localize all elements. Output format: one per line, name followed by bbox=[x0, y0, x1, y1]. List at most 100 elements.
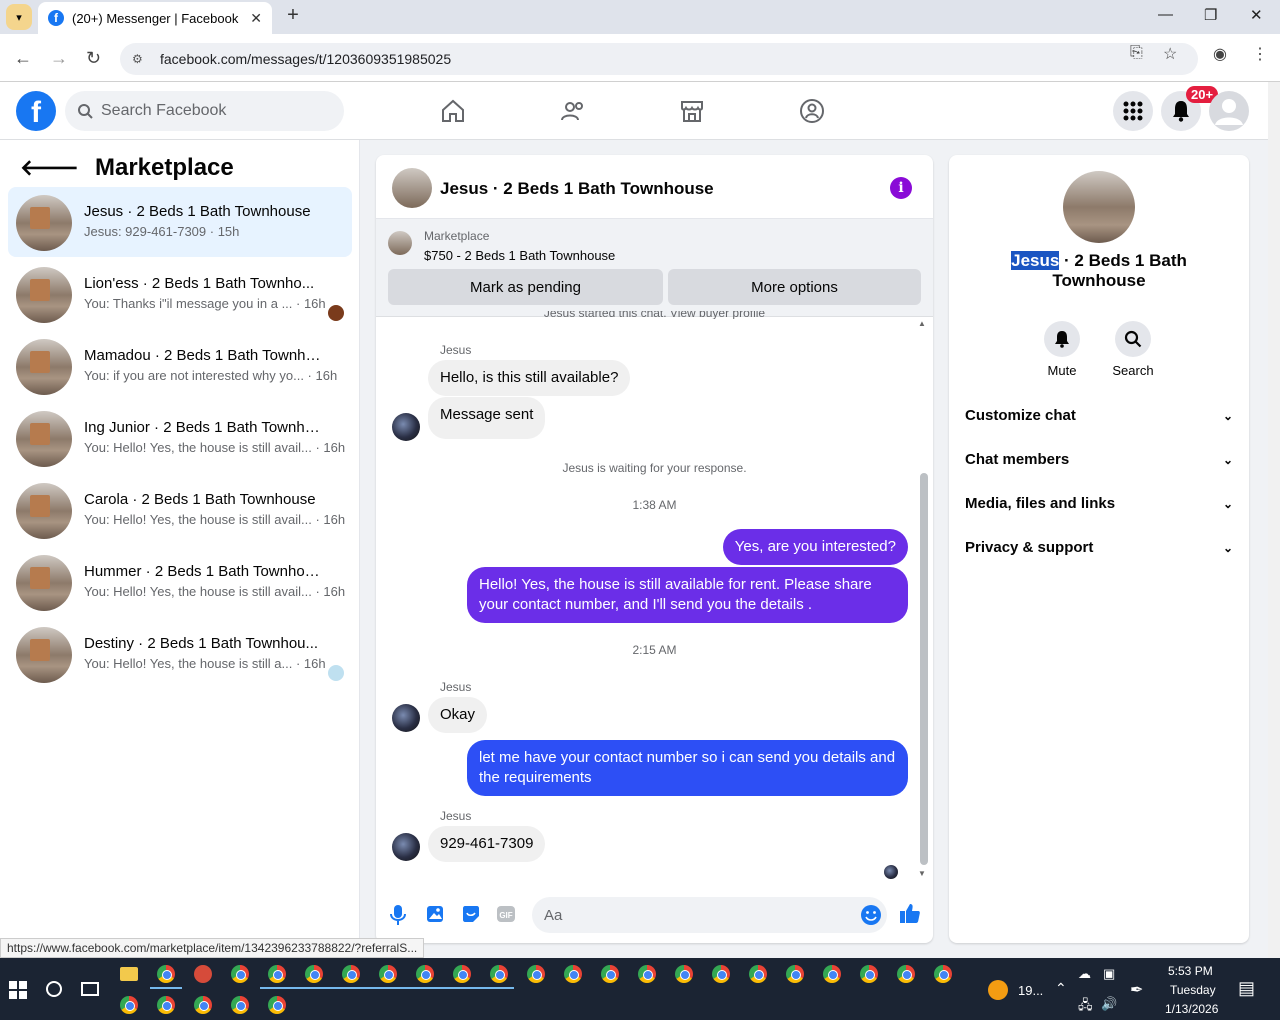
chrome-icon[interactable] bbox=[379, 965, 397, 983]
url-input[interactable]: ⚙ facebook.com/messages/t/12036093519850… bbox=[120, 43, 1198, 75]
new-tab-button[interactable]: + bbox=[282, 4, 304, 28]
chrome-icon[interactable] bbox=[934, 965, 952, 983]
chrome-icon[interactable] bbox=[897, 965, 915, 983]
scroll-down-icon[interactable]: ▼ bbox=[918, 869, 926, 878]
mute-button[interactable]: Mute bbox=[1032, 321, 1092, 378]
clock-day[interactable]: Tuesday bbox=[1170, 983, 1216, 997]
network-icon[interactable]: 🖧 bbox=[1078, 996, 1093, 1018]
chevron-up-icon[interactable]: ⌃ bbox=[1055, 980, 1067, 997]
mark-as-pending-button[interactable]: Mark as pending bbox=[388, 269, 663, 305]
sent-message-bubble[interactable]: let me have your contact number so i can… bbox=[467, 740, 908, 796]
microphone-icon[interactable] bbox=[390, 904, 406, 926]
more-options-button[interactable]: More options bbox=[668, 269, 921, 305]
chrome-icon[interactable] bbox=[490, 965, 508, 983]
gif-icon[interactable]: GIF bbox=[496, 904, 516, 924]
chrome-icon[interactable] bbox=[453, 965, 471, 983]
back-arrow-icon[interactable]: ← bbox=[14, 48, 32, 69]
privacy-support-section[interactable]: Privacy & support ⌄ bbox=[965, 539, 1233, 556]
close-window-button[interactable]: ✕ bbox=[1250, 6, 1263, 24]
onedrive-icon[interactable]: ☁ bbox=[1078, 966, 1091, 982]
chrome-icon[interactable] bbox=[786, 965, 804, 983]
chrome-icon[interactable] bbox=[527, 965, 545, 983]
clock-date[interactable]: 1/13/2026 bbox=[1165, 1002, 1218, 1016]
sender-avatar[interactable] bbox=[392, 704, 420, 732]
conversation-item[interactable]: Carola · 2 Beds 1 Bath Townhouse You: He… bbox=[8, 475, 352, 545]
chrome-icon[interactable] bbox=[675, 965, 693, 983]
chrome-icon[interactable] bbox=[157, 965, 175, 983]
pen-icon[interactable]: ✒ bbox=[1130, 980, 1143, 1000]
scroll-up-icon[interactable]: ▲ bbox=[918, 319, 926, 328]
message-bubble[interactable]: 929-461-7309 bbox=[428, 826, 546, 862]
chrome-icon[interactable] bbox=[564, 965, 582, 983]
facebook-logo-icon[interactable]: f bbox=[16, 91, 56, 131]
file-explorer-icon[interactable] bbox=[120, 967, 138, 981]
groups-icon[interactable] bbox=[799, 98, 825, 124]
task-view-icon[interactable] bbox=[81, 982, 99, 996]
photo-icon[interactable] bbox=[425, 904, 445, 924]
thumbs-up-icon[interactable] bbox=[899, 902, 921, 924]
info-icon[interactable]: i bbox=[890, 177, 912, 199]
weather-icon[interactable] bbox=[988, 980, 1008, 1000]
browser-tab[interactable]: f (20+) Messenger | Facebook ✕ bbox=[38, 2, 272, 34]
menu-grid-button[interactable] bbox=[1113, 91, 1153, 131]
chrome-icon[interactable] bbox=[712, 965, 730, 983]
chrome-icon[interactable] bbox=[638, 965, 656, 983]
media-files-links-section[interactable]: Media, files and links ⌄ bbox=[965, 495, 1233, 512]
chat-scrollbar[interactable]: ▲ ▼ bbox=[918, 319, 928, 878]
chrome-icon[interactable] bbox=[416, 965, 434, 983]
message-input[interactable]: Aa bbox=[532, 897, 887, 933]
chrome-icon[interactable] bbox=[749, 965, 767, 983]
search-conversation-button[interactable]: Search bbox=[1103, 321, 1163, 378]
conversation-item[interactable]: Hummer · 2 Beds 1 Bath Townhouse You: He… bbox=[8, 547, 352, 617]
sender-avatar[interactable] bbox=[392, 413, 420, 441]
chrome-icon[interactable] bbox=[860, 965, 878, 983]
search-input[interactable]: Search Facebook bbox=[65, 91, 344, 131]
back-arrow-icon[interactable]: 🡐 bbox=[20, 155, 79, 181]
chat-title[interactable]: Jesus · 2 Beds 1 Bath Townhouse bbox=[440, 179, 714, 199]
chat-avatar[interactable] bbox=[392, 168, 432, 208]
sent-message-bubble[interactable]: Yes, are you interested? bbox=[722, 529, 908, 565]
message-bubble[interactable]: Hello, is this still available? bbox=[428, 360, 631, 396]
message-bubble[interactable]: Okay bbox=[428, 697, 488, 733]
weather-text[interactable]: 19... bbox=[1018, 983, 1043, 998]
notification-center-icon[interactable]: ▤ bbox=[1238, 978, 1255, 999]
friends-icon[interactable] bbox=[560, 98, 586, 124]
bookmark-star-icon[interactable]: ☆ bbox=[1163, 44, 1177, 64]
chrome-icon[interactable] bbox=[157, 996, 175, 1014]
chrome-icon[interactable] bbox=[231, 996, 249, 1014]
close-tab-icon[interactable]: ✕ bbox=[250, 10, 262, 27]
chrome-icon[interactable] bbox=[120, 996, 138, 1014]
chrome-icon[interactable] bbox=[601, 965, 619, 983]
marketplace-icon[interactable] bbox=[679, 98, 705, 124]
account-avatar[interactable] bbox=[1209, 91, 1249, 131]
sent-message-bubble[interactable]: Hello! Yes, the house is still available… bbox=[467, 567, 908, 623]
volume-icon[interactable]: 🔊 bbox=[1101, 996, 1117, 1012]
reload-icon[interactable]: ↻ bbox=[86, 48, 101, 69]
minimize-button[interactable]: — bbox=[1158, 6, 1173, 23]
chrome-icon[interactable] bbox=[342, 965, 360, 983]
sticker-icon[interactable] bbox=[461, 904, 481, 924]
install-app-icon[interactable]: ⎘ bbox=[1130, 44, 1143, 62]
emoji-icon[interactable] bbox=[860, 904, 882, 926]
listing-price[interactable]: $750 - 2 Beds 1 Bath Townhouse bbox=[424, 248, 615, 263]
profile-icon[interactable]: ◉ bbox=[1213, 44, 1227, 64]
chrome-icon[interactable] bbox=[823, 965, 841, 983]
browser-menu-icon[interactable]: ⋮ bbox=[1252, 44, 1268, 64]
customize-chat-section[interactable]: Customize chat ⌄ bbox=[965, 407, 1233, 424]
chrome-icon[interactable] bbox=[231, 965, 249, 983]
chrome-icon[interactable] bbox=[305, 965, 323, 983]
chat-scrollbar-thumb[interactable] bbox=[920, 473, 928, 865]
clock-time[interactable]: 5:53 PM bbox=[1168, 964, 1213, 978]
chat-members-section[interactable]: Chat members ⌄ bbox=[965, 451, 1233, 468]
conversation-item[interactable]: Destiny · 2 Beds 1 Bath Townhou... You: … bbox=[8, 619, 352, 689]
details-avatar[interactable] bbox=[1063, 171, 1135, 243]
conversation-item[interactable]: Ing Junior · 2 Beds 1 Bath Townho... You… bbox=[8, 403, 352, 473]
conversation-item[interactable]: Jesus · 2 Beds 1 Bath Townhouse Jesus: 9… bbox=[8, 187, 352, 257]
chrome-icon[interactable] bbox=[268, 996, 286, 1014]
home-icon[interactable] bbox=[440, 98, 466, 124]
search-icon[interactable] bbox=[46, 981, 62, 997]
site-info-icon[interactable]: ⚙ bbox=[132, 52, 146, 66]
message-bubble[interactable]: Message sent bbox=[428, 397, 546, 439]
forward-arrow-icon[interactable]: → bbox=[50, 48, 68, 69]
restore-button[interactable]: ❐ bbox=[1204, 6, 1217, 24]
